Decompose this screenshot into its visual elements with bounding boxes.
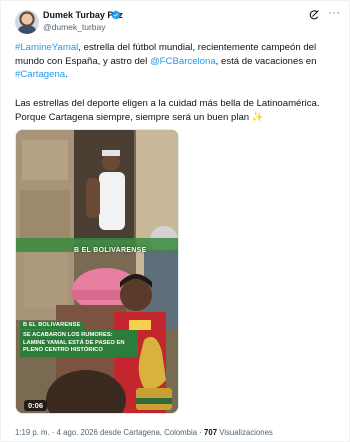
verified-badge-icon bbox=[111, 10, 121, 20]
author-avatar[interactable] bbox=[15, 10, 39, 34]
tweet-text: . bbox=[65, 69, 68, 80]
tweet-date[interactable]: 4 ago. 2026 bbox=[57, 428, 98, 437]
video-thumbnail bbox=[16, 130, 178, 413]
separator: · bbox=[197, 428, 205, 437]
tweet-text: , está de vacaciones en bbox=[215, 55, 317, 67]
views-count: 707 bbox=[204, 428, 218, 437]
tweet-text: Porque Cartagena siempre, siempre será u… bbox=[15, 111, 252, 123]
video-caption: SE ACABARON LOS RUMORES: LAMINE YAMAL ES… bbox=[20, 330, 138, 357]
tweet-time[interactable]: 1:19 p. m. bbox=[15, 428, 50, 437]
tweet-location: desde Cartagena, Colombia bbox=[97, 428, 198, 437]
hashtag-link[interactable]: #Cartagena bbox=[15, 69, 65, 80]
mention-link[interactable]: @FCBarcelona bbox=[150, 56, 216, 67]
hashtag-link[interactable]: #LamineYamal bbox=[15, 42, 78, 53]
tweet-metadata: 1:19 p. m. · 4 ago. 2026 desde Cartagena… bbox=[15, 428, 273, 437]
tweet-text-line: Porque Cartagena siempre, siempre será u… bbox=[15, 111, 341, 125]
more-options-icon[interactable]: ··· bbox=[328, 7, 341, 19]
author-handle[interactable]: @dumek_turbay bbox=[43, 22, 106, 32]
channel-watermark: B EL BOLIVARENSE bbox=[74, 247, 147, 254]
tweet-text-line: Las estrellas del deporte eligen a la cu… bbox=[15, 98, 320, 109]
grok-icon[interactable] bbox=[308, 9, 320, 21]
views-label: Visualizaciones bbox=[217, 428, 273, 437]
sparkles-emoji: ✨ bbox=[251, 111, 264, 123]
video-duration: 0:06 bbox=[24, 400, 48, 411]
caption-brand: B EL BOLIVARENSE bbox=[20, 321, 84, 329]
video-player[interactable]: B EL BOLIVARENSE B EL BOLIVARENSE SE ACA… bbox=[15, 129, 179, 414]
tweet-text-paragraph-1: #LamineYamal, estrella del fútbol mundia… bbox=[15, 41, 341, 82]
tweet-text-paragraph-2: Las estrellas del deporte eligen a la cu… bbox=[15, 97, 341, 124]
separator: · bbox=[49, 428, 57, 437]
tweet-card[interactable]: Dumek Turbay Paz @dumek_turbay ··· #Lami… bbox=[0, 0, 350, 442]
